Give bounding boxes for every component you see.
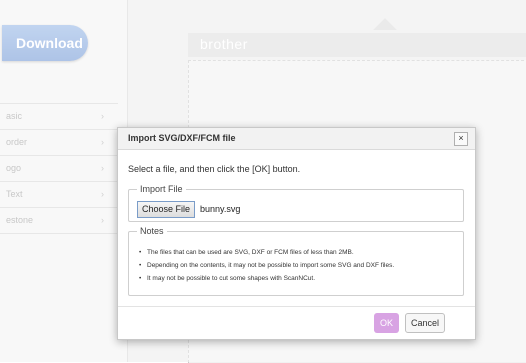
note-text: Depending on the contents, it may not be…	[147, 262, 395, 269]
note-text: It may not be possible to cut some shape…	[147, 275, 316, 282]
bullet-icon: •	[139, 249, 142, 256]
import-file-group: Import File Choose File bunny.svg	[128, 184, 464, 222]
dialog-footer: OK Cancel	[118, 306, 475, 340]
list-item: • It may not be possible to cut some shap…	[137, 272, 394, 285]
instruction-text: Select a file, and then click the [OK] b…	[128, 164, 301, 174]
notes-legend: Notes	[137, 226, 167, 236]
note-text: The files that can be used are SVG, DXF …	[147, 249, 354, 256]
choose-file-button[interactable]: Choose File	[137, 201, 196, 218]
dialog-header: Import SVG/DXF/FCM file ×	[118, 128, 475, 150]
bullet-icon: •	[139, 262, 142, 269]
notes-list: • The files that can be used are SVG, DXF…	[137, 246, 394, 285]
ok-button[interactable]: OK	[374, 313, 399, 333]
import-dialog: Import SVG/DXF/FCM file × Select a file,…	[117, 127, 476, 340]
close-icon[interactable]: ×	[454, 132, 468, 146]
selected-filename: bunny.svg	[200, 204, 241, 214]
list-item: • Depending on the contents, it may not b…	[137, 259, 394, 272]
notes-group: Notes • The files that can be used are SV…	[128, 226, 464, 296]
cancel-button[interactable]: Cancel	[405, 313, 445, 333]
bullet-icon: •	[139, 275, 142, 282]
import-file-legend: Import File	[137, 184, 186, 194]
dialog-title: Import SVG/DXF/FCM file	[128, 133, 236, 143]
list-item: • The files that can be used are SVG, DXF…	[137, 246, 394, 259]
